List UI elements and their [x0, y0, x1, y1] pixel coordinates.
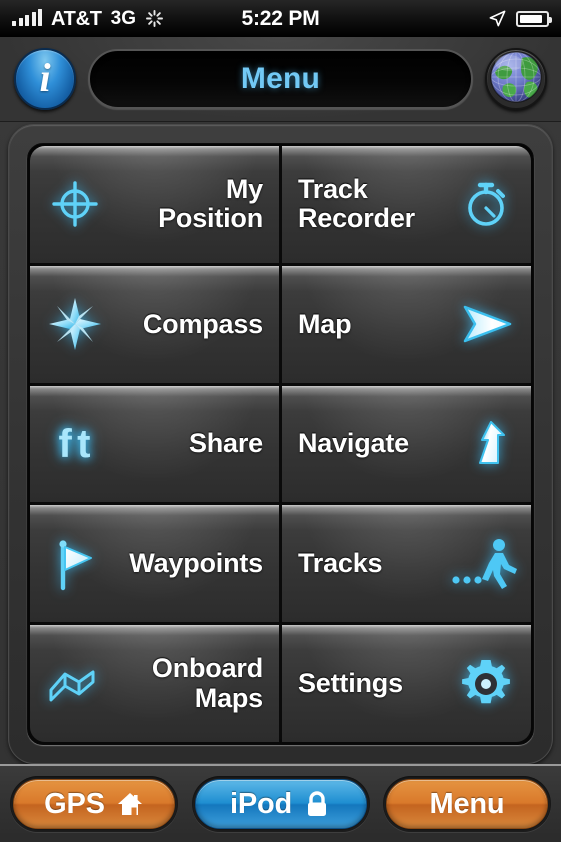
arrow-cursor-icon	[457, 295, 515, 353]
gps-button[interactable]: GPS	[13, 779, 175, 829]
menu-tile-settings[interactable]: Settings	[282, 625, 531, 742]
gps-button-slot: GPS	[10, 776, 178, 832]
bottom-toolbar: GPS iPod Menu	[0, 764, 561, 842]
menu-tile-my-position[interactable]: My Position	[30, 146, 279, 263]
menu-tile-navigate[interactable]: Navigate	[282, 385, 531, 503]
menu-tile-label: Navigate	[298, 428, 409, 459]
gps-button-label: GPS	[44, 787, 105, 820]
menu-tile-track-recorder[interactable]: Track Recorder	[282, 146, 531, 263]
menu-tile-onboard-maps[interactable]: Onboard Maps	[30, 625, 279, 742]
signal-strength-icon	[12, 9, 42, 26]
title-bar: Menu	[88, 49, 473, 109]
ipod-button-slot: iPod	[191, 776, 370, 832]
menu-button-slot: Menu	[383, 776, 551, 832]
location-arrow-icon	[488, 9, 507, 28]
crosshair-target-icon	[46, 175, 104, 233]
menu-button[interactable]: Menu	[386, 779, 548, 829]
walking-person-icon	[452, 535, 517, 593]
menu-tile-label: Tracks	[298, 548, 383, 579]
menu-tile-label: Map	[298, 308, 352, 339]
menu-tile-compass[interactable]: Compass	[30, 265, 279, 383]
navigation-arrow-icon	[457, 415, 515, 473]
globe-icon	[489, 50, 543, 108]
gear-icon	[457, 655, 515, 713]
ipod-button[interactable]: iPod	[194, 779, 367, 829]
menu-grid: My Position Track Recorder Compass Map f…	[27, 143, 534, 745]
menu-panel: My Position Track Recorder Compass Map f…	[8, 124, 553, 764]
menu-tile-label: Compass	[142, 308, 263, 339]
menu-tile-share[interactable]: f t Share	[30, 385, 279, 503]
menu-tile-label: Share	[188, 428, 263, 459]
network-type-label: 3G	[110, 7, 136, 29]
stopwatch-icon	[457, 175, 515, 233]
folded-map-icon	[46, 655, 104, 713]
nav-bar: i Menu	[0, 37, 561, 122]
info-icon: i	[39, 55, 51, 100]
page-title: Menu	[240, 62, 321, 95]
menu-button-label: Menu	[429, 787, 505, 820]
status-bar-right	[488, 9, 552, 28]
lock-icon	[303, 790, 331, 818]
carrier-label: AT&T	[51, 7, 102, 30]
globe-button[interactable]	[485, 48, 547, 110]
status-bar: AT&T 3G 5:22 PM	[0, 0, 561, 37]
app-screen: AT&T 3G 5:22 PM i Menu My Position Track…	[0, 0, 561, 842]
flag-icon	[46, 535, 104, 593]
status-bar-left: AT&T 3G	[12, 8, 164, 30]
info-button[interactable]: i	[14, 48, 76, 110]
menu-tile-label: Waypoints	[129, 548, 263, 579]
facebook-twitter-icon: f t	[58, 421, 92, 466]
menu-tile-waypoints[interactable]: Waypoints	[30, 505, 279, 623]
compass-rose-icon	[46, 295, 104, 353]
battery-icon	[516, 10, 552, 27]
menu-tile-label: Settings	[298, 668, 403, 699]
spinner-icon	[145, 9, 164, 28]
menu-tile-tracks[interactable]: Tracks	[282, 505, 531, 623]
menu-tile-label: Onboard Maps	[151, 653, 263, 713]
menu-tile-map[interactable]: Map	[282, 265, 531, 383]
menu-tile-label: My Position	[158, 174, 263, 234]
menu-tile-label: Track Recorder	[298, 174, 415, 234]
home-icon	[116, 790, 144, 818]
ipod-button-label: iPod	[229, 787, 293, 820]
